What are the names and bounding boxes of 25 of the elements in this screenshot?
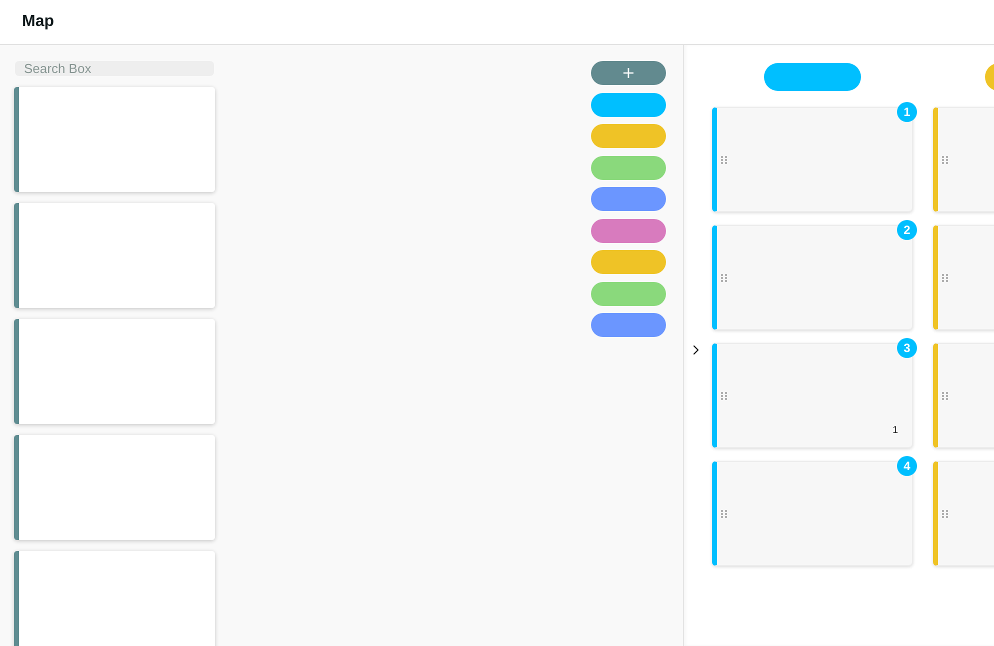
drag-handle-icon[interactable]: [721, 156, 727, 164]
color-swatch[interactable]: [591, 282, 666, 306]
drag-handle-icon[interactable]: [942, 392, 948, 400]
drag-handle-icon[interactable]: [942, 274, 948, 282]
color-swatch[interactable]: [591, 250, 666, 274]
color-swatch[interactable]: [591, 313, 666, 337]
drag-handle-icon[interactable]: [721, 274, 727, 282]
column-header[interactable]: [764, 63, 861, 91]
color-swatch[interactable]: [591, 92, 666, 116]
color-swatch[interactable]: [591, 187, 666, 211]
search-field[interactable]: Search Box: [15, 61, 214, 76]
drag-handle-icon[interactable]: [942, 156, 948, 164]
number-badge: 2: [897, 220, 917, 240]
add-button[interactable]: +: [591, 61, 666, 85]
number-badge: 3: [897, 338, 917, 358]
drag-handle-icon[interactable]: [721, 510, 727, 518]
count-text: 1: [892, 425, 898, 436]
number-badge: 4: [897, 456, 917, 476]
page-title: Map: [22, 13, 54, 31]
drag-handle-icon[interactable]: [942, 510, 948, 518]
number-badge: 1: [897, 102, 917, 122]
color-swatch[interactable]: [591, 124, 666, 148]
color-swatch[interactable]: [591, 156, 666, 180]
drag-handle-icon[interactable]: [721, 392, 727, 400]
color-swatch[interactable]: [591, 218, 666, 242]
